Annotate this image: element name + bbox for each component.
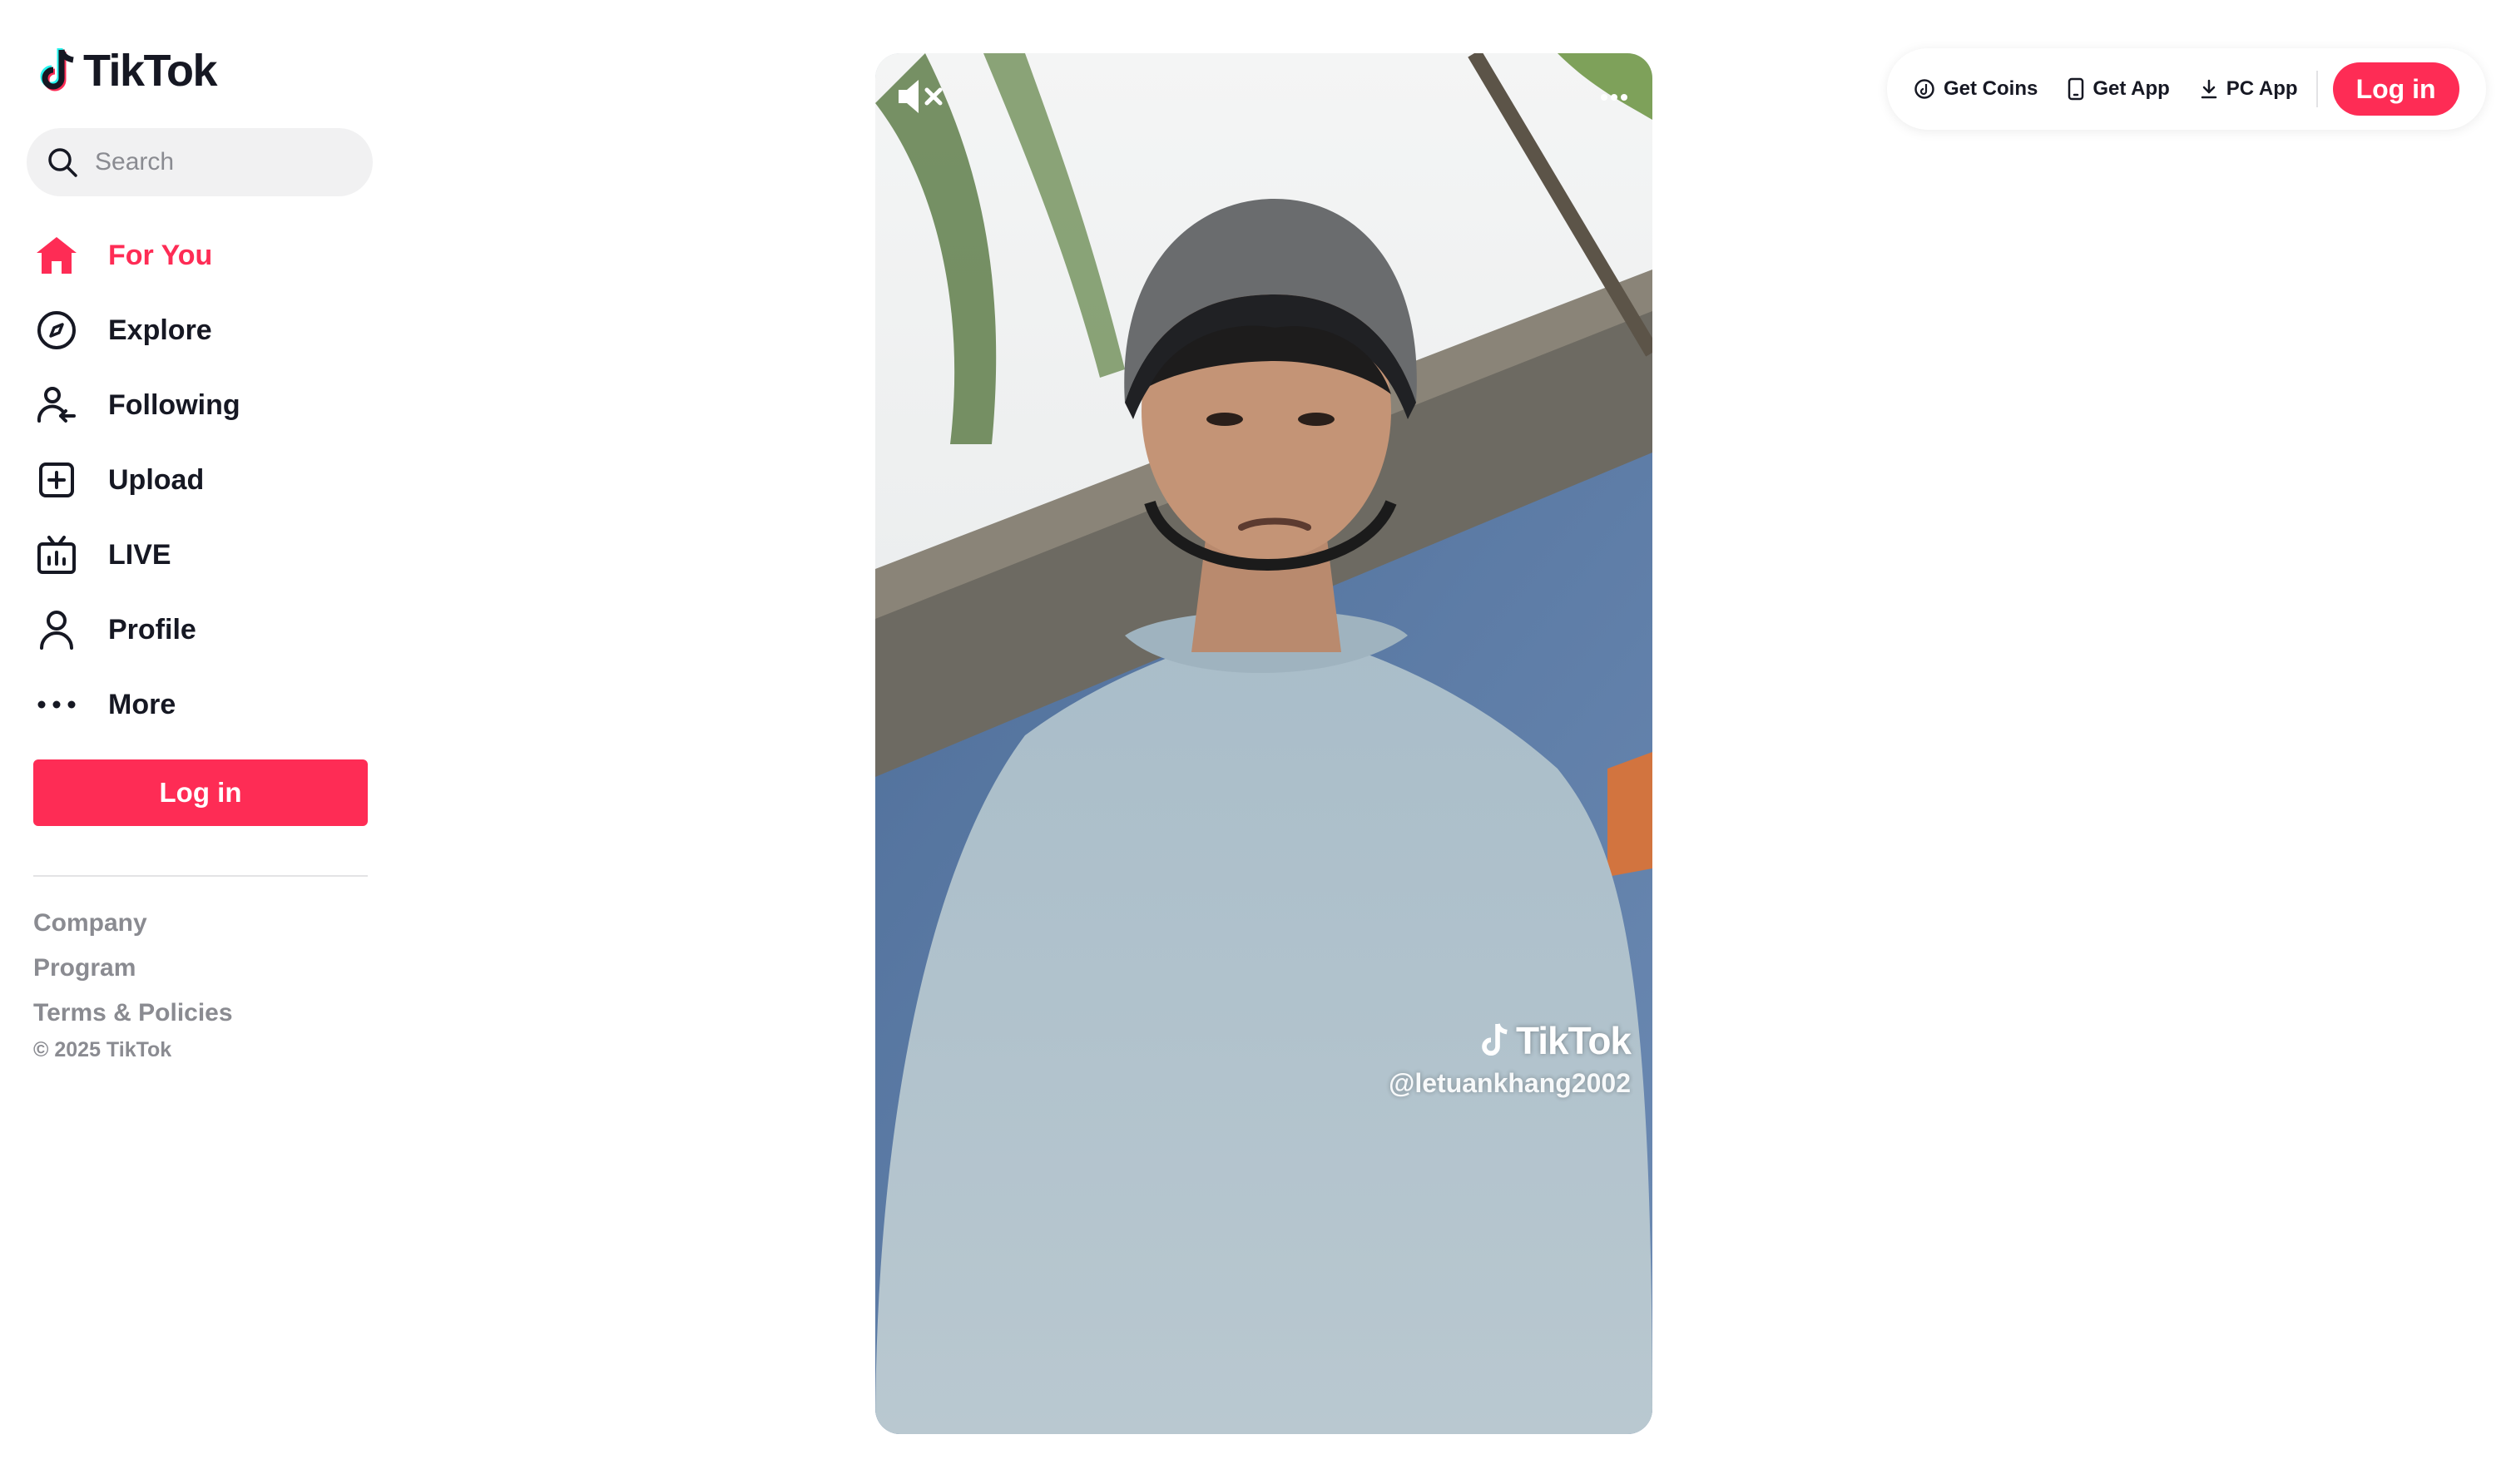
more-icon [33, 681, 80, 728]
watermark-username: @letuankhang2002 [1389, 1068, 1631, 1098]
get-app-link[interactable]: Get App [2068, 77, 2170, 101]
compass-icon [33, 307, 80, 354]
upload-icon [33, 457, 80, 503]
sidebar-item-for-you[interactable]: For You [33, 218, 383, 293]
mute-button[interactable] [894, 73, 947, 120]
video-options-button[interactable] [1597, 85, 1631, 110]
get-coins-link[interactable]: Get Coins [1914, 77, 2038, 101]
sidebar: TikTok For You Explore Following [0, 0, 399, 1484]
sidebar-nav: For You Explore Following Upload LIVE Pr… [33, 218, 383, 742]
topbar-login-button[interactable]: Log in [2332, 62, 2459, 116]
tiktok-note-icon [40, 48, 74, 92]
footer-link-terms[interactable]: Terms & Policies [33, 995, 233, 1040]
search-icon [48, 148, 77, 177]
pc-app-link[interactable]: PC App [2200, 77, 2298, 101]
watermark-logo: TikTok [1389, 1018, 1632, 1063]
sidebar-item-live[interactable]: LIVE [33, 517, 383, 592]
sidebar-divider [33, 875, 368, 877]
tiktok-logo[interactable]: TikTok [37, 42, 218, 100]
copyright-text: © 2025 TikTok [33, 1038, 172, 1061]
sidebar-item-upload[interactable]: Upload [33, 443, 383, 517]
top-actions-bar: Get Coins Get App PC App Log in [1887, 48, 2486, 130]
coin-icon [1914, 79, 1934, 99]
watermark-brand: TikTok [1516, 1019, 1632, 1062]
sidebar-item-label: More [108, 688, 176, 720]
following-icon [33, 382, 80, 428]
sidebar-item-more[interactable]: More [33, 667, 383, 742]
sidebar-item-profile[interactable]: Profile [33, 592, 383, 667]
sidebar-item-explore[interactable]: Explore [33, 293, 383, 368]
phone-icon [2068, 77, 2084, 101]
video-player[interactable]: TikTok @letuankhang2002 [875, 53, 1652, 1434]
profile-icon [33, 606, 80, 653]
sidebar-item-label: Profile [108, 613, 196, 646]
video-frame [875, 53, 1652, 1434]
download-icon [2201, 79, 2217, 99]
sidebar-item-label: LIVE [108, 538, 171, 571]
footer-link-company[interactable]: Company [33, 905, 233, 950]
sidebar-item-label: Explore [108, 314, 212, 346]
footer-link-program[interactable]: Program [33, 950, 233, 995]
sidebar-login-button[interactable]: Log in [33, 759, 368, 826]
live-icon [33, 532, 80, 578]
search-box[interactable] [27, 128, 373, 196]
pc-app-label: PC App [2226, 77, 2298, 100]
topbar-divider [2315, 71, 2318, 107]
logo-text: TikTok [83, 46, 218, 96]
sidebar-item-following[interactable]: Following [33, 368, 383, 443]
footer-links: Company Program Terms & Policies [33, 905, 233, 1040]
sidebar-item-label: For You [108, 239, 213, 271]
get-app-label: Get App [2093, 77, 2170, 100]
home-icon [33, 232, 80, 279]
tiktok-note-icon [1482, 1023, 1508, 1056]
get-coins-label: Get Coins [1944, 77, 2038, 100]
muted-speaker-icon [899, 80, 943, 113]
sidebar-item-label: Following [108, 388, 240, 421]
video-watermark: TikTok @letuankhang2002 [1389, 1018, 1632, 1099]
more-dots-icon [1601, 94, 1627, 101]
sidebar-item-label: Upload [108, 463, 205, 496]
search-input[interactable] [93, 147, 368, 177]
